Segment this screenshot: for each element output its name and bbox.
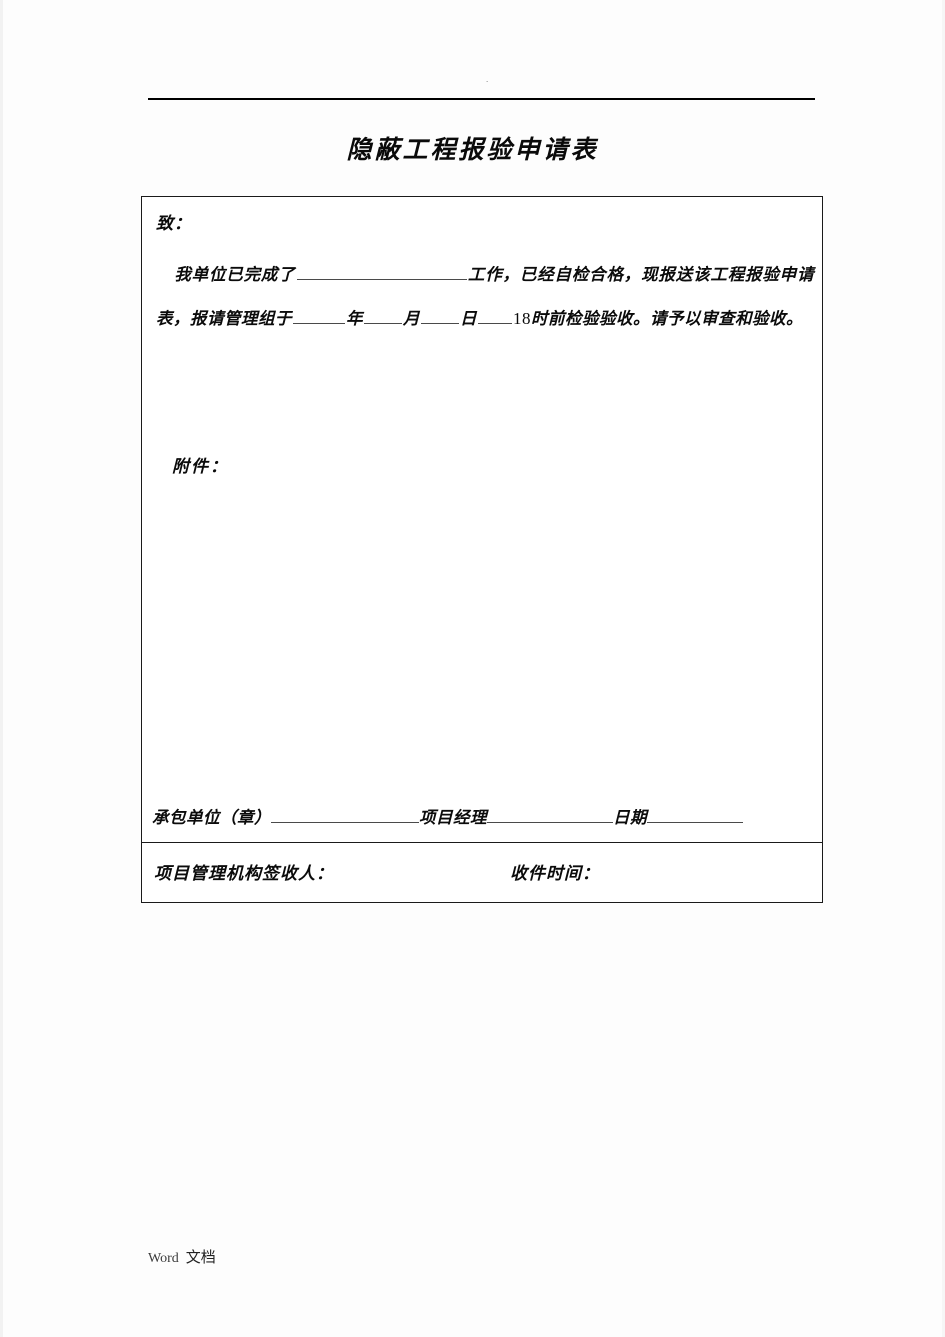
page-footer: Word 文档 [148, 1246, 216, 1267]
contractor-unit-blank[interactable] [271, 806, 419, 823]
page-edge-left [0, 0, 3, 1337]
form-body-cell: 致： 我单位已完成了 工作，已经自检合格，现报送该工程报验申请表，报请管理组于年月… [142, 197, 822, 842]
form-receipt-cell: 项目管理机构签收人： 收件时间： [142, 842, 822, 902]
year-blank[interactable] [293, 306, 345, 324]
page-header: · [148, 79, 815, 106]
footer-word-label: Word [148, 1251, 179, 1266]
receipt-signer-label[interactable]: 项目管理机构签收人： [154, 859, 334, 884]
paragraph-segment-7: 时前检验验收。请予以审查和验收。 [531, 309, 803, 328]
project-manager-blank[interactable] [487, 806, 613, 823]
attachment-label: 附件： [172, 457, 229, 477]
form-table: 致： 我单位已完成了 工作，已经自检合格，现报送该工程报验申请表，报请管理组于年月… [141, 196, 823, 903]
hour-value: 18 [513, 309, 531, 328]
application-paragraph: 我单位已完成了 工作，已经自检合格，现报送该工程报验申请表，报请管理组于年月日 18… [156, 253, 814, 341]
document-page: { "page": { "background_color": "#fdfdfd… [0, 0, 945, 1337]
signature-row: 承包单位（章） 项目经理 日期 [152, 804, 818, 828]
day-blank[interactable] [421, 306, 459, 324]
month-blank[interactable] [364, 306, 402, 324]
project-manager-label: 项目经理 [419, 808, 487, 827]
date-label: 日期 [613, 808, 647, 827]
date-blank[interactable] [647, 806, 743, 823]
header-rule [148, 98, 815, 100]
header-mark: · [486, 78, 489, 86]
paragraph-segment-3: 年 [346, 309, 363, 328]
hour-blank[interactable] [478, 306, 512, 324]
receipt-time-label[interactable]: 收件时间： [510, 859, 600, 884]
paragraph-segment-4: 月 [403, 309, 420, 328]
paragraph-segment-1: 我单位已完成了 [174, 265, 296, 284]
paragraph-segment-5: 日 [460, 309, 477, 328]
contractor-unit-label: 承包单位（章） [152, 808, 271, 827]
work-content-blank[interactable] [296, 262, 467, 280]
to-label: 致： [156, 214, 192, 234]
footer-doc-label: 文档 [185, 1248, 216, 1266]
page-title: 隐蔽工程报验申请表 [346, 135, 599, 164]
